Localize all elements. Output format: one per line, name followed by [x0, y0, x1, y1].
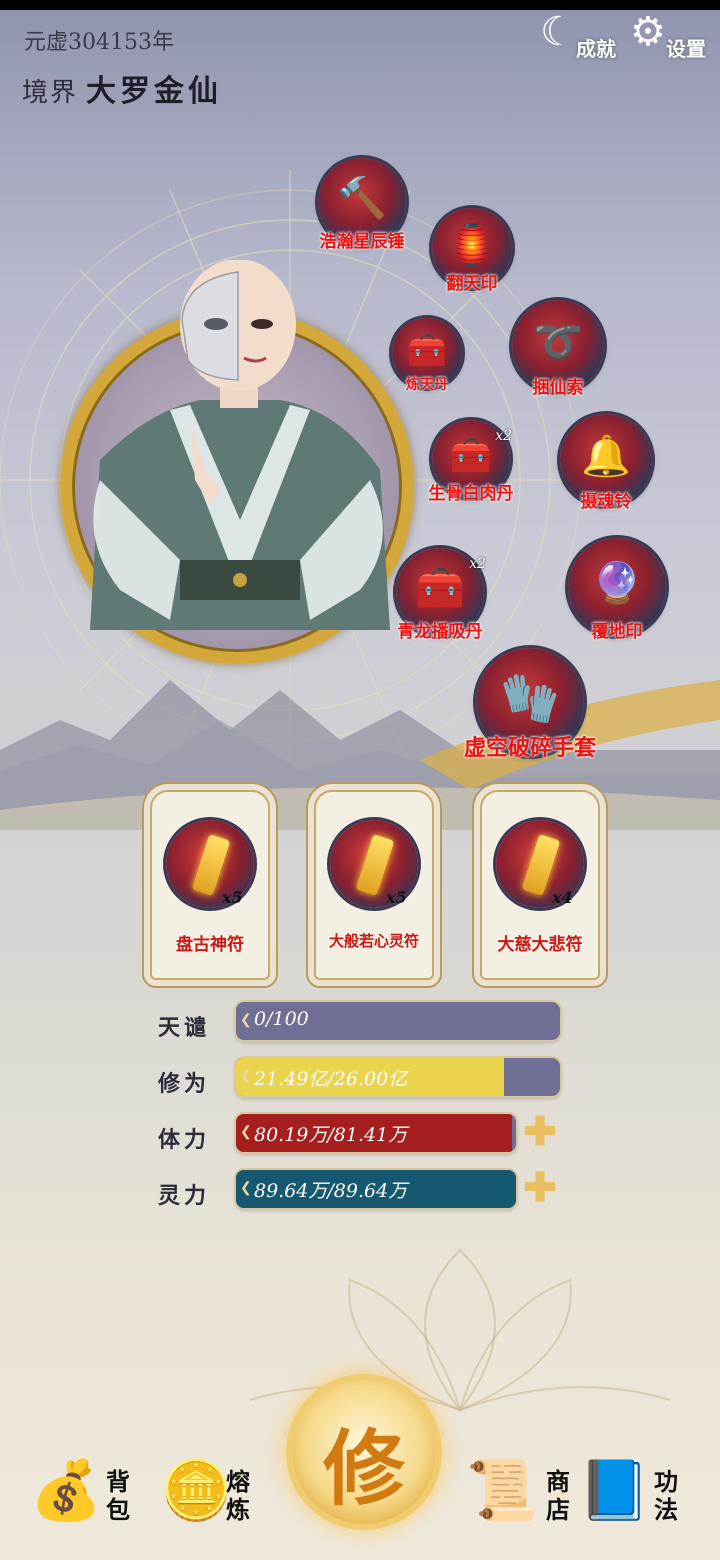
talisman-count: x5 — [386, 888, 407, 907]
settings-button[interactable]: ⚙ 设置 — [630, 10, 710, 62]
talisman-card-prajna[interactable]: x5 大般若心灵符 — [314, 790, 434, 980]
tribulation-label: 天谴 — [158, 1015, 211, 1041]
talisman-name: 盘古神符 — [176, 935, 244, 955]
stamina-value: 80.19万/81.41万 — [254, 1124, 408, 1146]
item-azure-dragon-pill[interactable]: 🧰 x2 青龙播吸丹 — [396, 548, 486, 642]
nav-bag-button[interactable]: 💰 背包 — [30, 1448, 134, 1540]
spirit-add-button[interactable]: ✚ — [516, 1168, 564, 1209]
item-name: 翻天印 — [446, 274, 498, 294]
plus-icon: ✚ — [523, 1108, 557, 1155]
nav-shop-label: 商店 — [546, 1467, 570, 1524]
moon-star-icon: ☾ — [540, 9, 576, 55]
item-count: x2 — [495, 428, 512, 444]
book-icon: 📘 — [578, 1456, 651, 1524]
item-name: 捆仙索 — [532, 378, 584, 398]
stamina-bar: ❮ 80.19万/81.41万 — [236, 1114, 516, 1152]
item-name: 虚空破碎手套 — [463, 735, 597, 761]
hammer-icon: 🔨 — [337, 175, 387, 222]
item-bone-flesh-pill[interactable]: 🧰 x2 生骨白肉丹 — [429, 420, 514, 504]
nav-bag-label: 背包 — [106, 1467, 130, 1524]
item-void-shattering-gauntlet[interactable]: 🧤 虚空破碎手套 — [464, 648, 596, 761]
item-immortal-binding-rope[interactable]: ➰ 捆仙索 — [512, 300, 604, 398]
nav-smelt-label: 熔炼 — [226, 1467, 250, 1524]
treasure-chest-icon: 🧰 — [449, 435, 493, 476]
spirit-bar: ❮ 89.64万/89.64万 — [236, 1170, 516, 1208]
spirit-value: 89.64万/89.64万 — [254, 1180, 408, 1202]
nav-techniques-label: 功法 — [654, 1467, 678, 1524]
bell-icon: 🔔 — [581, 433, 631, 480]
talisman-count: x4 — [552, 888, 573, 907]
item-name: 生骨白肉丹 — [428, 484, 514, 504]
nav-techniques-button[interactable]: 📘 功法 — [578, 1448, 688, 1540]
nav-smelt-button[interactable]: 🪙 熔炼 — [160, 1448, 264, 1540]
status-bar — [0, 0, 720, 10]
achievements-button[interactable]: ☾ 成就 — [540, 10, 620, 62]
talisman-name: 大般若心灵符 — [328, 932, 419, 950]
item-heaven-flipping-seal[interactable]: 🏮 翻天印 — [432, 208, 512, 294]
talisman-name: 大慈大悲符 — [497, 935, 583, 955]
settings-label: 设置 — [666, 37, 706, 61]
item-count: x2 — [469, 556, 486, 572]
talisman-card-pangu[interactable]: x5 盘古神符 — [150, 790, 270, 980]
cultivate-label: 修 — [322, 1421, 405, 1517]
stamina-label: 体力 — [158, 1127, 211, 1153]
realm-label: 境界 — [22, 78, 79, 108]
lotus-decoration — [249, 1248, 671, 1412]
cultivate-button[interactable]: 修 — [292, 1380, 436, 1524]
item-name: 摄魂铃 — [580, 492, 632, 512]
nav-shop-button[interactable]: 📜 商店 — [466, 1448, 576, 1540]
talisman-card-compassion[interactable]: x4 大慈大悲符 — [480, 790, 600, 980]
bag-icon: 💰 — [30, 1456, 103, 1524]
rope-icon: ➰ — [533, 319, 583, 366]
gear-icon: ⚙ — [630, 9, 666, 55]
item-name: 浩瀚星辰锤 — [319, 232, 405, 252]
item-star-hammer[interactable]: 🔨 浩瀚星辰锤 — [318, 158, 406, 252]
era-year: 元虚304153年 — [24, 30, 174, 55]
treasure-chest-icon: 🧰 — [415, 565, 465, 612]
item-earth-covering-seal[interactable]: 🔮 覆地印 — [568, 538, 666, 642]
cultivation-label: 修为 — [158, 1071, 211, 1097]
talisman-count: x5 — [222, 888, 243, 907]
orb-icon: 🔮 — [592, 560, 642, 607]
tribulation-value: 0/100 — [254, 1008, 309, 1030]
character-portrait — [90, 260, 390, 630]
scroll-map-icon: 📜 — [466, 1456, 539, 1524]
cultivation-value: 21.49亿/26.00亿 — [254, 1068, 408, 1090]
stamina-add-button[interactable]: ✚ — [516, 1112, 564, 1153]
coin-pile-icon: 🪙 — [160, 1456, 233, 1524]
gauntlet-icon: 🧤 — [500, 670, 560, 727]
seal-icon: 🏮 — [447, 222, 497, 269]
cultivation-bar: ❮ 21.49亿/26.00亿 — [236, 1058, 560, 1096]
item-name: 青龙播吸丹 — [397, 622, 483, 642]
realm-value: 大罗金仙 — [86, 74, 222, 109]
item-soul-bell[interactable]: 🔔 摄魂铃 — [560, 414, 652, 512]
item-name: 覆地印 — [591, 622, 643, 642]
item-name: 炼天丹 — [406, 377, 448, 393]
tribulation-bar: ❮ 0/100 — [236, 1002, 560, 1040]
achievements-label: 成就 — [576, 37, 616, 61]
spirit-label: 灵力 — [158, 1183, 211, 1209]
item-refining-pill[interactable]: 🧰 炼天丹 — [392, 318, 462, 393]
treasure-chest-icon: 🧰 — [407, 331, 447, 370]
plus-icon: ✚ — [523, 1164, 557, 1211]
